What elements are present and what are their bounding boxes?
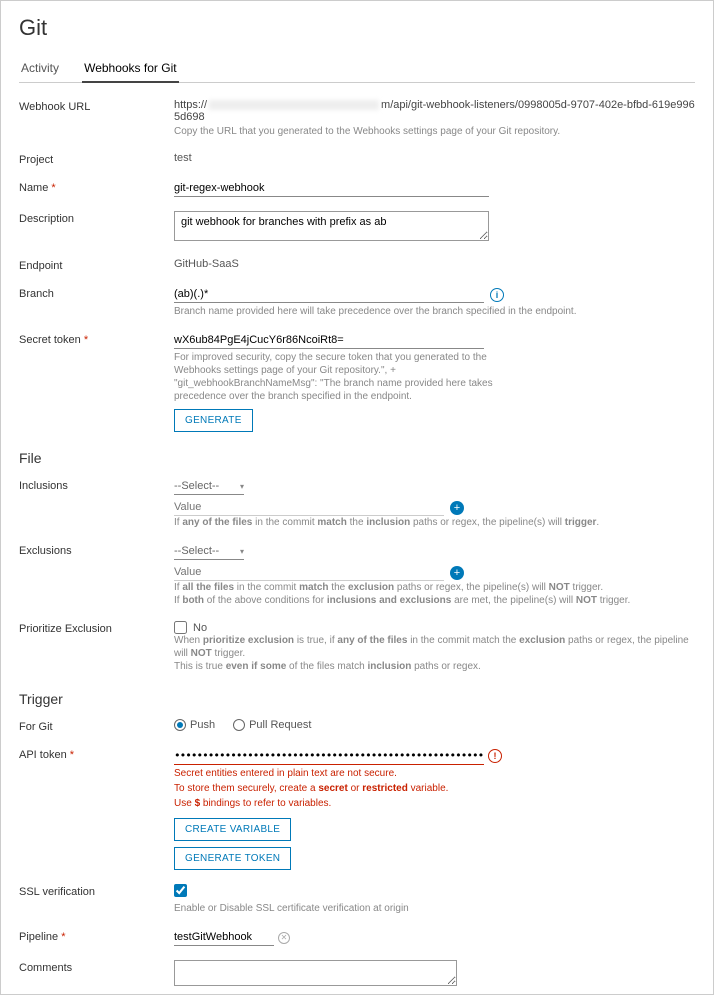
radio-pull-request[interactable]: Pull Request (233, 719, 311, 731)
secret-help: For improved security, copy the secure t… (174, 351, 514, 403)
branch-input[interactable] (174, 286, 484, 303)
generate-secret-button[interactable]: GENERATE (174, 409, 253, 432)
name-input[interactable] (174, 180, 489, 197)
project-label: Project (19, 152, 174, 166)
inclusions-select[interactable]: --Select--▾ (174, 478, 244, 495)
generate-token-button[interactable]: GENERATE TOKEN (174, 847, 291, 870)
radio-push[interactable]: Push (174, 719, 215, 731)
ssl-help: Enable or Disable SSL certificate verifi… (174, 902, 695, 915)
clear-icon[interactable]: ✕ (278, 932, 290, 944)
description-input[interactable]: git webhook for branches with prefix as … (174, 211, 489, 241)
tab-webhooks[interactable]: Webhooks for Git (82, 55, 178, 83)
branch-label: Branch (19, 286, 174, 300)
exclusions-help1: If all the files in the commit match the… (174, 581, 695, 594)
exclusions-select[interactable]: --Select--▾ (174, 543, 244, 560)
trigger-section-title: Trigger (19, 691, 695, 707)
inclusions-help: If any of the files in the commit match … (174, 516, 695, 529)
endpoint-value: GitHub-SaaS (174, 258, 695, 270)
branch-help: Branch name provided here will take prec… (174, 305, 695, 318)
pipeline-input[interactable] (174, 929, 274, 946)
endpoint-label: Endpoint (19, 258, 174, 272)
prioritize-help2: This is true even if some of the files m… (174, 660, 695, 673)
inclusions-label: Inclusions (19, 478, 174, 492)
exclusions-label: Exclusions (19, 543, 174, 557)
comments-input[interactable] (174, 960, 457, 986)
chevron-down-icon: ▾ (240, 482, 244, 491)
webhook-url-value: https://m/api/git-webhook-listeners/0998… (174, 99, 695, 123)
secret-input[interactable] (174, 332, 484, 349)
api-warn1: Secret entities entered in plain text ar… (174, 767, 695, 780)
comments-label: Comments (19, 960, 174, 974)
webhook-url-help: Copy the URL that you generated to the W… (174, 125, 695, 138)
exclusions-value-input[interactable] (174, 564, 444, 581)
prioritize-label: Prioritize Exclusion (19, 621, 174, 635)
create-variable-button[interactable]: CREATE VARIABLE (174, 818, 291, 841)
tab-activity[interactable]: Activity (19, 55, 61, 81)
api-token-label: API token (19, 747, 174, 761)
radio-on-icon (174, 719, 186, 731)
obscured-host (209, 100, 379, 110)
inclusions-value-input[interactable] (174, 499, 444, 516)
file-section-title: File (19, 450, 695, 466)
webhook-url-label: Webhook URL (19, 99, 174, 113)
plus-icon[interactable]: + (450, 501, 464, 515)
prioritize-checkbox[interactable] (174, 621, 187, 634)
api-warn3: Use $ bindings to refer to variables. (174, 797, 695, 810)
for-git-label: For Git (19, 719, 174, 733)
prioritize-option: No (193, 622, 207, 634)
ssl-label: SSL verification (19, 884, 174, 898)
tab-bar: Activity Webhooks for Git (19, 55, 695, 83)
info-icon[interactable]: i (490, 288, 504, 302)
api-token-input[interactable] (174, 747, 484, 765)
radio-off-icon (233, 719, 245, 731)
pipeline-label: Pipeline (19, 929, 174, 943)
description-label: Description (19, 211, 174, 225)
warning-icon: ! (488, 749, 502, 763)
name-label: Name (19, 180, 174, 194)
project-value: test (174, 152, 695, 164)
page-title: Git (19, 15, 695, 41)
plus-icon[interactable]: + (450, 566, 464, 580)
ssl-checkbox[interactable] (174, 884, 187, 897)
secret-label: Secret token (19, 332, 174, 346)
chevron-down-icon: ▾ (240, 547, 244, 556)
api-warn2: To store them securely, create a secret … (174, 782, 695, 795)
prioritize-help1: When prioritize exclusion is true, if an… (174, 634, 695, 660)
exclusions-help2: If both of the above conditions for incl… (174, 594, 695, 607)
